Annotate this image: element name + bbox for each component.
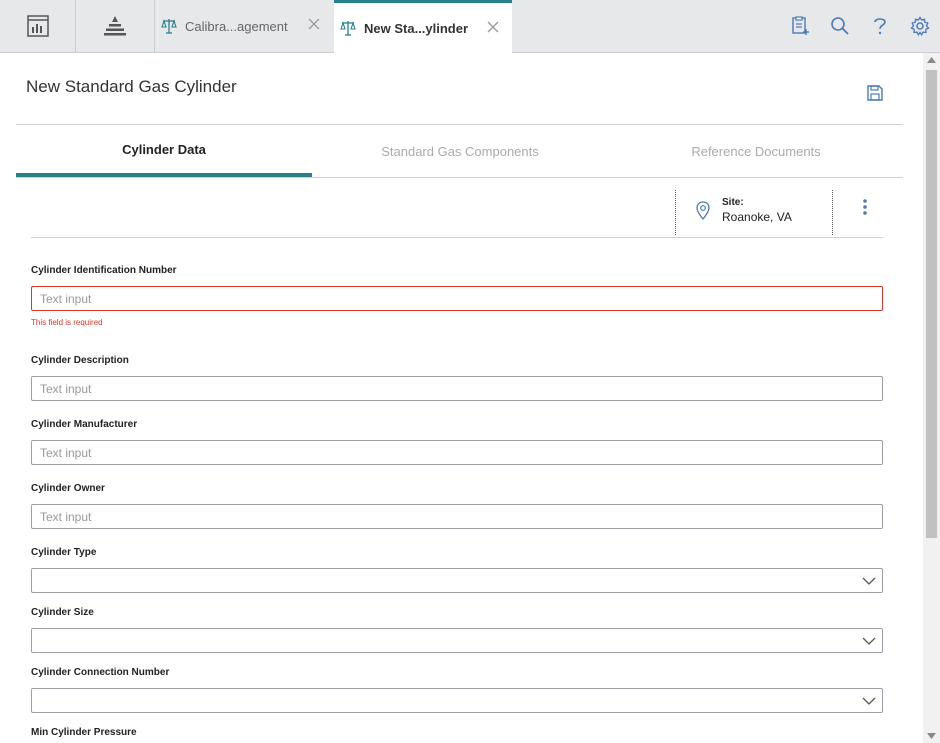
tab-standard-gas-components[interactable]: Standard Gas Components [312,125,608,177]
clipboard-add-icon[interactable] [780,0,820,52]
hierarchy-icon [104,16,126,36]
cylinder-connection-label: Cylinder Connection Number [31,667,170,678]
chevron-down-icon [862,577,876,585]
close-icon[interactable] [484,18,502,36]
location-pin-icon [696,201,710,220]
balance-scale-icon [340,21,356,36]
cylinder-description-label: Cylinder Description [31,355,129,366]
top-bar: Calibra...agement New Sta...ylinder [0,0,940,53]
tab-cylinder-data[interactable]: Cylinder Data [16,125,312,177]
content-tabs: Cylinder Data Standard Gas Components Re… [16,125,903,177]
site-label: Site: [722,197,744,208]
dashboard-icon [26,15,49,37]
save-icon[interactable] [866,84,884,102]
min-cylinder-pressure-label: Min Cylinder Pressure [31,727,137,738]
chevron-down-icon [862,637,876,645]
toolbar-icons [780,0,940,52]
asset-hierarchy-button[interactable] [76,0,155,52]
scroll-up-arrow-icon[interactable] [927,57,936,63]
cylinder-type-select[interactable] [31,568,883,593]
cylinder-id-label: Cylinder Identification Number [31,265,177,276]
cylinder-manufacturer-input[interactable] [31,440,883,465]
cylinder-connection-select[interactable] [31,688,883,713]
tab-reference-documents[interactable]: Reference Documents [608,125,904,177]
tab-label: New Sta...ylinder [364,20,469,36]
scrollbar[interactable] [923,53,940,743]
help-icon[interactable] [860,0,900,52]
scroll-down-arrow-icon[interactable] [927,733,936,739]
tab-label: Calibra...agement [185,18,288,34]
cylinder-id-error: This field is required [31,318,103,327]
cylinder-size-select[interactable] [31,628,883,653]
chevron-down-icon [862,697,876,705]
balance-scale-icon [161,19,177,34]
tab-new-standard-gas-cylinder[interactable]: New Sta...ylinder [334,0,512,53]
cylinder-description-input[interactable] [31,376,883,401]
divider [16,177,903,178]
tab-calibration-management[interactable]: Calibra...agement [155,0,333,52]
search-icon[interactable] [820,0,860,52]
gear-icon[interactable] [900,0,940,52]
site-value: Roanoke, VA [722,210,792,224]
cylinder-type-label: Cylinder Type [31,547,97,558]
dashboard-button[interactable] [0,0,76,52]
scroll-thumb[interactable] [926,70,937,538]
more-options-icon[interactable] [861,198,869,216]
cylinder-owner-label: Cylinder Owner [31,483,105,494]
cylinder-manufacturer-label: Cylinder Manufacturer [31,419,138,430]
cylinder-size-label: Cylinder Size [31,607,94,618]
page-title: New Standard Gas Cylinder [26,77,237,96]
cylinder-id-input[interactable] [31,286,883,311]
divider [31,237,883,238]
site-selector[interactable]: Site: Roanoke, VA [675,190,833,235]
close-icon[interactable] [305,15,323,33]
cylinder-owner-input[interactable] [31,504,883,529]
